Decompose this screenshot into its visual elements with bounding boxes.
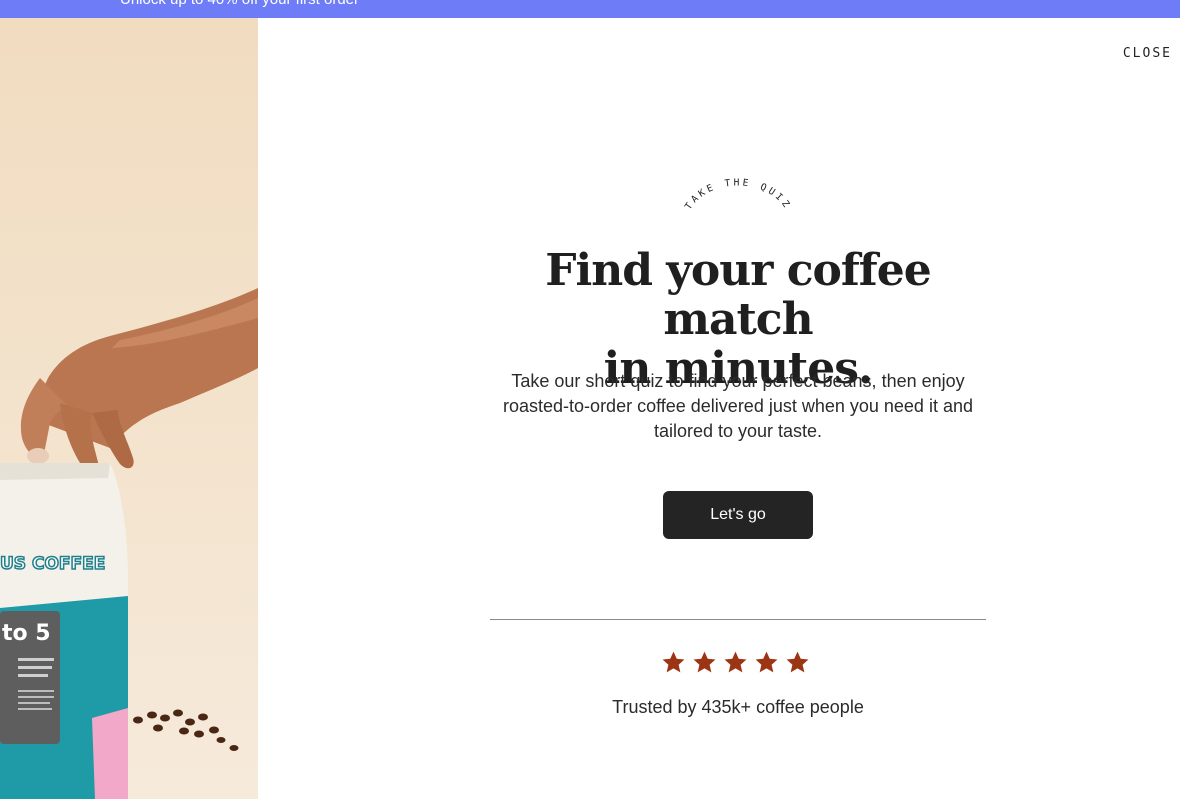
lets-go-button[interactable]: Let's go <box>663 491 813 539</box>
star-icon <box>724 651 747 673</box>
star-icon <box>662 651 685 673</box>
rating-stars <box>661 650 813 678</box>
star-icon <box>693 651 716 673</box>
bag-brand-text: US COFFEE <box>0 554 105 574</box>
promo-banner-text: Unlock up to 40% off your first order <box>120 0 359 8</box>
close-button[interactable]: CLOSE <box>1123 46 1172 61</box>
title-line-1: Find your coffee match <box>545 245 931 345</box>
divider <box>490 619 986 620</box>
quiz-description: Take our short quiz to find your perfect… <box>503 371 973 441</box>
coffee-bag-illustration: to 5 US COFFEE <box>0 288 258 799</box>
star-icon <box>755 651 778 673</box>
bag-product-text: to 5 <box>2 621 51 646</box>
svg-text:TAKE THE QUIZ: TAKE THE QUIZ <box>683 177 793 212</box>
hero-image: to 5 US COFFEE <box>0 18 258 799</box>
promo-banner[interactable]: Unlock up to 40% off your first order <box>0 0 1180 18</box>
star-icon <box>786 651 809 673</box>
trust-text: Trusted by 435k+ coffee people <box>612 697 864 717</box>
quiz-eyebrow-text: TAKE THE QUIZ <box>683 177 790 212</box>
quiz-eyebrow: TAKE THE QUIZ <box>676 168 800 216</box>
